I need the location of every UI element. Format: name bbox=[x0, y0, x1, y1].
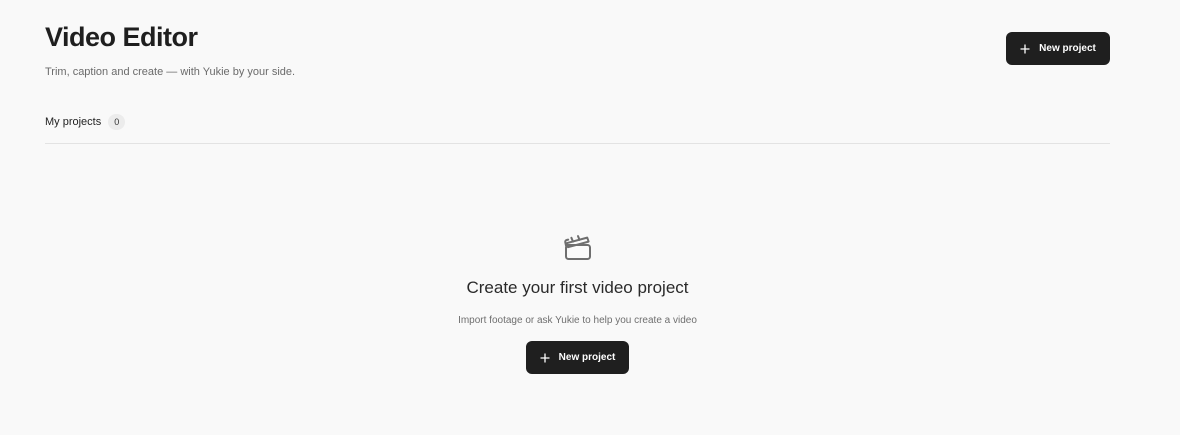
empty-state-title: Create your first video project bbox=[466, 278, 689, 297]
tabs-divider bbox=[45, 143, 1110, 144]
page-header: Video Editor Trim, caption and create — … bbox=[45, 22, 295, 78]
new-project-button[interactable]: New project bbox=[1006, 32, 1110, 65]
empty-state-button-label: New project bbox=[558, 352, 616, 363]
video-editor-page: Video Editor Trim, caption and create — … bbox=[0, 0, 1180, 435]
empty-state-new-project-button[interactable]: New project bbox=[526, 341, 629, 374]
page-subtitle: Trim, caption and create — with Yukie by… bbox=[45, 66, 296, 78]
empty-state: Create your first video project Import f… bbox=[0, 232, 1155, 374]
projects-tabs: My projects 0 bbox=[45, 114, 126, 130]
empty-state-description: Import footage or ask Yukie to help you … bbox=[458, 315, 697, 326]
plus-icon bbox=[540, 353, 550, 363]
projects-count-badge: 0 bbox=[108, 114, 126, 130]
new-project-button-label: New project bbox=[1039, 43, 1096, 54]
plus-icon bbox=[1020, 44, 1030, 54]
clapperboard-icon bbox=[563, 232, 593, 262]
page-title: Video Editor bbox=[45, 22, 198, 52]
tab-my-projects[interactable]: My projects bbox=[45, 116, 101, 128]
